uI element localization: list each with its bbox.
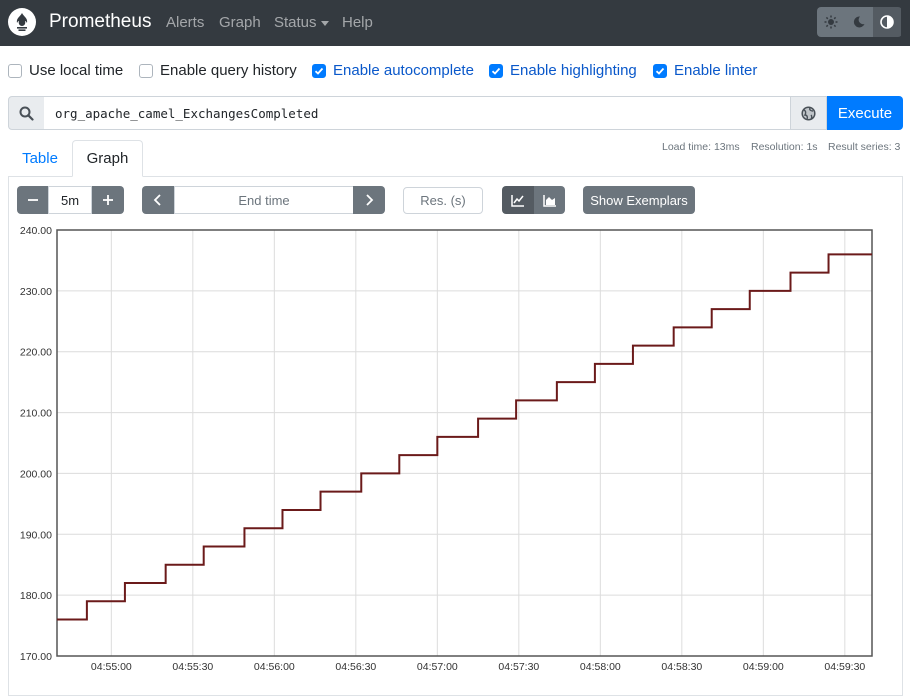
nav-help[interactable]: Help	[342, 14, 373, 31]
x-tick-label: 04:55:30	[172, 661, 213, 673]
option-autocomplete[interactable]: Enable autocomplete	[312, 62, 474, 79]
query-input[interactable]: org_apache_camel_ExchangesCompleted	[44, 96, 791, 130]
area-chart-icon[interactable]	[534, 186, 565, 214]
nav-graph[interactable]: Graph	[219, 14, 261, 31]
x-tick-label: 04:59:30	[824, 661, 865, 673]
query-history-label: Enable query history	[160, 62, 297, 79]
nav-status-label: Status	[274, 14, 317, 31]
x-tick-label: 04:56:00	[254, 661, 295, 673]
minus-icon[interactable]	[17, 186, 48, 214]
x-tick-label: 04:59:00	[743, 661, 784, 673]
nav-alerts[interactable]: Alerts	[166, 14, 204, 31]
tab-table[interactable]: Table	[8, 140, 72, 177]
y-tick-label: 230.00	[20, 286, 52, 298]
contrast-icon[interactable]	[873, 7, 901, 37]
y-tick-label: 190.00	[20, 529, 52, 541]
linter-label: Enable linter	[674, 62, 758, 79]
x-tick-label: 04:58:00	[580, 661, 621, 673]
show-exemplars-button[interactable]: Show Exemplars	[583, 186, 695, 214]
x-tick-label: 04:55:00	[91, 661, 132, 673]
y-tick-label: 200.00	[20, 468, 52, 480]
theme-toggle-group	[817, 7, 902, 37]
search-icon	[8, 96, 45, 130]
y-tick-label: 180.00	[20, 590, 52, 602]
option-highlighting[interactable]: Enable highlighting	[489, 62, 637, 79]
prometheus-flame-icon[interactable]	[8, 8, 36, 36]
moon-icon[interactable]	[845, 7, 873, 37]
series-line	[57, 253, 872, 621]
x-tick-label: 04:58:30	[661, 661, 702, 673]
option-local-time[interactable]: Use local time	[8, 62, 123, 79]
brand-title[interactable]: Prometheus	[49, 11, 151, 33]
sun-icon[interactable]	[817, 7, 845, 37]
resolution-stat: Resolution: 1s	[751, 141, 818, 153]
result-series-stat: Result series: 3	[828, 141, 901, 153]
option-query-history[interactable]: Enable query history	[139, 62, 297, 79]
y-tick-label: 210.00	[20, 408, 52, 420]
load-time: Load time: 13ms	[662, 141, 740, 153]
highlighting-checkbox[interactable]	[489, 63, 503, 78]
y-tick-label: 220.00	[20, 347, 52, 359]
x-tick-label: 04:57:30	[498, 661, 539, 673]
x-tick-label: 04:56:30	[335, 661, 376, 673]
graph-chart[interactable]: 170.00 180.00 190.00 200.00 210.00 220.00 230.…	[8, 222, 903, 674]
chevron-right-icon[interactable]	[353, 186, 385, 214]
nav-status[interactable]: Status	[274, 14, 329, 31]
resolution-input[interactable]: Res. (s)	[403, 187, 483, 214]
x-tick-label: 04:57:00	[417, 661, 458, 673]
range-input[interactable]: 5m	[48, 186, 92, 214]
option-linter[interactable]: Enable linter	[653, 62, 757, 79]
navbar: Prometheus Alerts Graph Status Help	[0, 0, 910, 46]
autocomplete-checkbox[interactable]	[312, 63, 326, 78]
y-tick-label: 240.00	[20, 225, 52, 237]
globe-icon[interactable]	[790, 96, 827, 130]
end-time-input[interactable]: End time	[174, 186, 354, 214]
local-time-label: Use local time	[29, 62, 124, 79]
y-tick-label: 170.00	[20, 651, 52, 663]
autocomplete-label: Enable autocomplete	[333, 62, 474, 79]
local-time-checkbox[interactable]	[8, 63, 22, 78]
line-chart-icon[interactable]	[502, 186, 534, 214]
tab-graph[interactable]: Graph	[72, 140, 143, 177]
chevron-left-icon[interactable]	[142, 186, 174, 214]
plus-icon[interactable]	[92, 186, 124, 214]
chevron-down-icon	[320, 20, 329, 26]
query-history-checkbox[interactable]	[139, 63, 153, 78]
execute-button[interactable]: Execute	[827, 96, 903, 130]
linter-checkbox[interactable]	[653, 63, 667, 78]
highlighting-label: Enable highlighting	[510, 62, 637, 79]
